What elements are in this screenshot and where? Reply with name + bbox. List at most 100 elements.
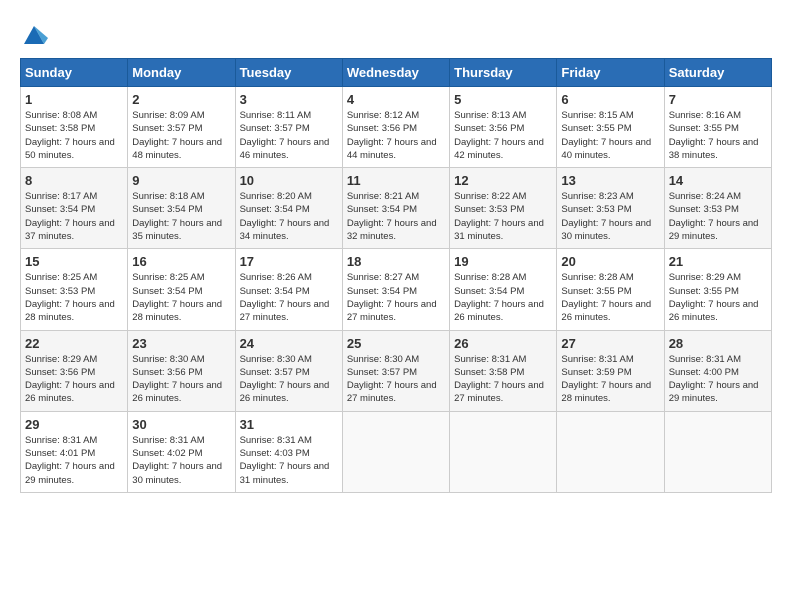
calendar-cell: 5 Sunrise: 8:13 AM Sunset: 3:56 PM Dayli…: [450, 87, 557, 168]
calendar-day-header: Friday: [557, 59, 664, 87]
day-content: Sunrise: 8:25 AM Sunset: 3:54 PM Dayligh…: [132, 271, 230, 324]
day-content: Sunrise: 8:27 AM Sunset: 3:54 PM Dayligh…: [347, 271, 445, 324]
day-content: Sunrise: 8:23 AM Sunset: 3:53 PM Dayligh…: [561, 190, 659, 243]
day-content: Sunrise: 8:31 AM Sunset: 4:00 PM Dayligh…: [669, 353, 767, 406]
calendar-week-row: 15 Sunrise: 8:25 AM Sunset: 3:53 PM Dayl…: [21, 249, 772, 330]
calendar-cell: 6 Sunrise: 8:15 AM Sunset: 3:55 PM Dayli…: [557, 87, 664, 168]
calendar-cell: 21 Sunrise: 8:29 AM Sunset: 3:55 PM Dayl…: [664, 249, 771, 330]
day-number: 27: [561, 336, 659, 351]
day-number: 28: [669, 336, 767, 351]
calendar-cell: 30 Sunrise: 8:31 AM Sunset: 4:02 PM Dayl…: [128, 411, 235, 492]
day-content: Sunrise: 8:21 AM Sunset: 3:54 PM Dayligh…: [347, 190, 445, 243]
day-content: Sunrise: 8:18 AM Sunset: 3:54 PM Dayligh…: [132, 190, 230, 243]
day-content: Sunrise: 8:31 AM Sunset: 4:03 PM Dayligh…: [240, 434, 338, 487]
calendar-cell: [342, 411, 449, 492]
day-number: 25: [347, 336, 445, 351]
day-number: 6: [561, 92, 659, 107]
calendar-cell: [664, 411, 771, 492]
day-number: 19: [454, 254, 552, 269]
day-number: 29: [25, 417, 123, 432]
day-content: Sunrise: 8:09 AM Sunset: 3:57 PM Dayligh…: [132, 109, 230, 162]
day-content: Sunrise: 8:28 AM Sunset: 3:54 PM Dayligh…: [454, 271, 552, 324]
day-content: Sunrise: 8:08 AM Sunset: 3:58 PM Dayligh…: [25, 109, 123, 162]
day-content: Sunrise: 8:29 AM Sunset: 3:56 PM Dayligh…: [25, 353, 123, 406]
day-number: 13: [561, 173, 659, 188]
calendar-cell: 3 Sunrise: 8:11 AM Sunset: 3:57 PM Dayli…: [235, 87, 342, 168]
calendar-header-row: SundayMondayTuesdayWednesdayThursdayFrid…: [21, 59, 772, 87]
calendar-cell: 19 Sunrise: 8:28 AM Sunset: 3:54 PM Dayl…: [450, 249, 557, 330]
day-number: 18: [347, 254, 445, 269]
calendar-cell: 24 Sunrise: 8:30 AM Sunset: 3:57 PM Dayl…: [235, 330, 342, 411]
day-number: 3: [240, 92, 338, 107]
calendar-cell: 20 Sunrise: 8:28 AM Sunset: 3:55 PM Dayl…: [557, 249, 664, 330]
day-content: Sunrise: 8:26 AM Sunset: 3:54 PM Dayligh…: [240, 271, 338, 324]
calendar-cell: [450, 411, 557, 492]
calendar-cell: 28 Sunrise: 8:31 AM Sunset: 4:00 PM Dayl…: [664, 330, 771, 411]
day-number: 8: [25, 173, 123, 188]
calendar-day-header: Monday: [128, 59, 235, 87]
day-number: 15: [25, 254, 123, 269]
day-content: Sunrise: 8:31 AM Sunset: 3:58 PM Dayligh…: [454, 353, 552, 406]
calendar-week-row: 8 Sunrise: 8:17 AM Sunset: 3:54 PM Dayli…: [21, 168, 772, 249]
calendar-cell: 22 Sunrise: 8:29 AM Sunset: 3:56 PM Dayl…: [21, 330, 128, 411]
day-number: 2: [132, 92, 230, 107]
calendar-cell: 12 Sunrise: 8:22 AM Sunset: 3:53 PM Dayl…: [450, 168, 557, 249]
day-content: Sunrise: 8:11 AM Sunset: 3:57 PM Dayligh…: [240, 109, 338, 162]
calendar-week-row: 29 Sunrise: 8:31 AM Sunset: 4:01 PM Dayl…: [21, 411, 772, 492]
day-content: Sunrise: 8:17 AM Sunset: 3:54 PM Dayligh…: [25, 190, 123, 243]
calendar-cell: 31 Sunrise: 8:31 AM Sunset: 4:03 PM Dayl…: [235, 411, 342, 492]
day-number: 12: [454, 173, 552, 188]
calendar-cell: 13 Sunrise: 8:23 AM Sunset: 3:53 PM Dayl…: [557, 168, 664, 249]
calendar-week-row: 1 Sunrise: 8:08 AM Sunset: 3:58 PM Dayli…: [21, 87, 772, 168]
calendar-cell: 17 Sunrise: 8:26 AM Sunset: 3:54 PM Dayl…: [235, 249, 342, 330]
calendar-cell: 25 Sunrise: 8:30 AM Sunset: 3:57 PM Dayl…: [342, 330, 449, 411]
calendar-cell: 7 Sunrise: 8:16 AM Sunset: 3:55 PM Dayli…: [664, 87, 771, 168]
day-number: 16: [132, 254, 230, 269]
calendar-cell: 2 Sunrise: 8:09 AM Sunset: 3:57 PM Dayli…: [128, 87, 235, 168]
day-number: 9: [132, 173, 230, 188]
day-number: 7: [669, 92, 767, 107]
day-content: Sunrise: 8:31 AM Sunset: 4:01 PM Dayligh…: [25, 434, 123, 487]
calendar-day-header: Thursday: [450, 59, 557, 87]
day-content: Sunrise: 8:30 AM Sunset: 3:57 PM Dayligh…: [240, 353, 338, 406]
calendar-cell: 11 Sunrise: 8:21 AM Sunset: 3:54 PM Dayl…: [342, 168, 449, 249]
day-number: 23: [132, 336, 230, 351]
calendar-cell: 8 Sunrise: 8:17 AM Sunset: 3:54 PM Dayli…: [21, 168, 128, 249]
day-content: Sunrise: 8:30 AM Sunset: 3:56 PM Dayligh…: [132, 353, 230, 406]
day-content: Sunrise: 8:29 AM Sunset: 3:55 PM Dayligh…: [669, 271, 767, 324]
calendar-cell: 26 Sunrise: 8:31 AM Sunset: 3:58 PM Dayl…: [450, 330, 557, 411]
day-content: Sunrise: 8:16 AM Sunset: 3:55 PM Dayligh…: [669, 109, 767, 162]
calendar-cell: 10 Sunrise: 8:20 AM Sunset: 3:54 PM Dayl…: [235, 168, 342, 249]
day-number: 30: [132, 417, 230, 432]
logo: [20, 20, 52, 48]
calendar-cell: 4 Sunrise: 8:12 AM Sunset: 3:56 PM Dayli…: [342, 87, 449, 168]
day-content: Sunrise: 8:20 AM Sunset: 3:54 PM Dayligh…: [240, 190, 338, 243]
day-content: Sunrise: 8:31 AM Sunset: 3:59 PM Dayligh…: [561, 353, 659, 406]
calendar-day-header: Sunday: [21, 59, 128, 87]
calendar-cell: 15 Sunrise: 8:25 AM Sunset: 3:53 PM Dayl…: [21, 249, 128, 330]
day-content: Sunrise: 8:30 AM Sunset: 3:57 PM Dayligh…: [347, 353, 445, 406]
day-content: Sunrise: 8:15 AM Sunset: 3:55 PM Dayligh…: [561, 109, 659, 162]
calendar-cell: 16 Sunrise: 8:25 AM Sunset: 3:54 PM Dayl…: [128, 249, 235, 330]
calendar-cell: 1 Sunrise: 8:08 AM Sunset: 3:58 PM Dayli…: [21, 87, 128, 168]
day-content: Sunrise: 8:22 AM Sunset: 3:53 PM Dayligh…: [454, 190, 552, 243]
day-content: Sunrise: 8:25 AM Sunset: 3:53 PM Dayligh…: [25, 271, 123, 324]
day-number: 20: [561, 254, 659, 269]
day-content: Sunrise: 8:24 AM Sunset: 3:53 PM Dayligh…: [669, 190, 767, 243]
calendar-day-header: Wednesday: [342, 59, 449, 87]
calendar-cell: 29 Sunrise: 8:31 AM Sunset: 4:01 PM Dayl…: [21, 411, 128, 492]
calendar-table: SundayMondayTuesdayWednesdayThursdayFrid…: [20, 58, 772, 493]
calendar-cell: 9 Sunrise: 8:18 AM Sunset: 3:54 PM Dayli…: [128, 168, 235, 249]
day-number: 22: [25, 336, 123, 351]
calendar-day-header: Saturday: [664, 59, 771, 87]
calendar-day-header: Tuesday: [235, 59, 342, 87]
day-number: 31: [240, 417, 338, 432]
day-content: Sunrise: 8:28 AM Sunset: 3:55 PM Dayligh…: [561, 271, 659, 324]
calendar-cell: 18 Sunrise: 8:27 AM Sunset: 3:54 PM Dayl…: [342, 249, 449, 330]
logo-icon: [20, 20, 48, 48]
day-number: 21: [669, 254, 767, 269]
day-number: 14: [669, 173, 767, 188]
calendar-cell: 27 Sunrise: 8:31 AM Sunset: 3:59 PM Dayl…: [557, 330, 664, 411]
day-number: 10: [240, 173, 338, 188]
calendar-week-row: 22 Sunrise: 8:29 AM Sunset: 3:56 PM Dayl…: [21, 330, 772, 411]
